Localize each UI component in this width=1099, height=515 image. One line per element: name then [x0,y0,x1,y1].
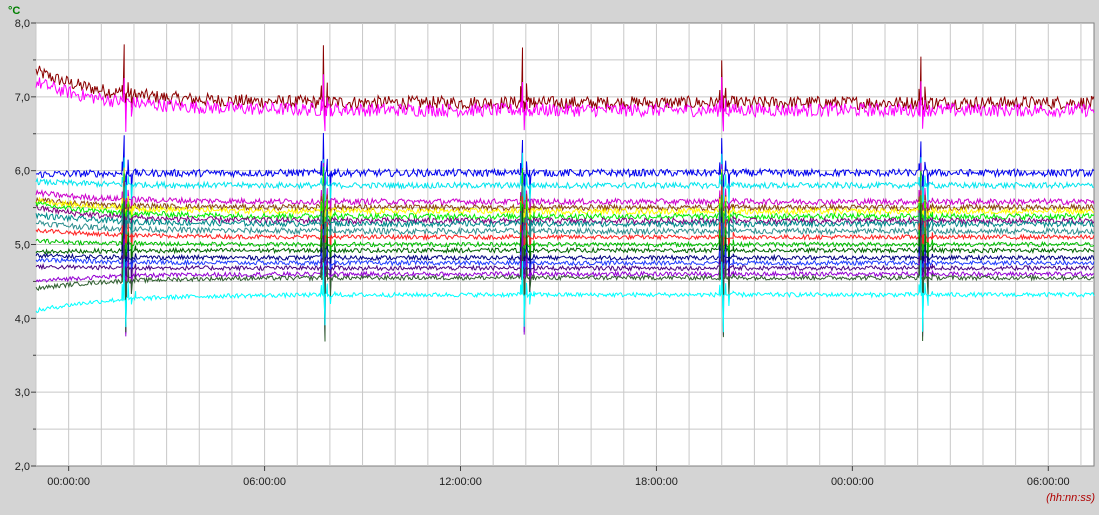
x-unit-label: (hh:nn:ss) [1046,492,1095,504]
x-tick-label: 00:00:00 [831,476,874,488]
y-tick-label: 6,0 [15,166,30,178]
x-tick-label: 12:00:00 [439,476,482,488]
x-tick-label: 06:00:00 [1027,476,1070,488]
y-tick-label: 5,0 [15,240,30,252]
chart-panel: 2,0 3,0 4,0 5,0 6,0 7,0 8,0 00:00:00 06:00:00 12:… [0,0,1099,510]
x-tick-label: 06:00:00 [243,476,286,488]
x-tick-label: 18:00:00 [635,476,678,488]
y-unit-label: °C [8,5,20,17]
y-tick-label: 2,0 [15,461,30,473]
y-tick-label: 4,0 [15,313,30,325]
y-tick-label: 3,0 [15,387,30,399]
temperature-chart: 2,0 3,0 4,0 5,0 6,0 7,0 8,0 00:00:00 06:00:00 12:… [8,5,1095,504]
y-tick-label: 8,0 [15,18,30,30]
y-tick-label: 7,0 [15,92,30,104]
x-tick-label: 00:00:00 [47,476,90,488]
